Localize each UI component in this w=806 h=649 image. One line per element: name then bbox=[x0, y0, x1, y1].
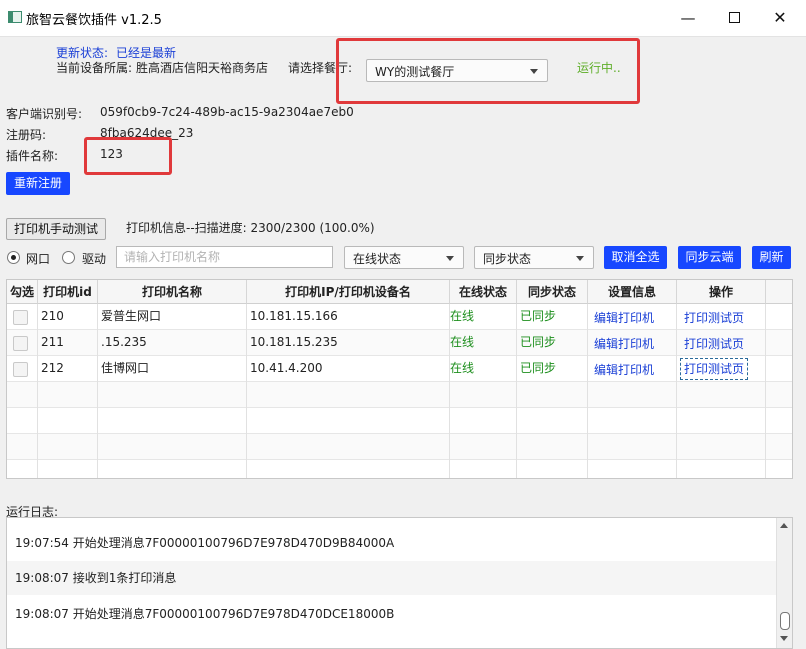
table-row[interactable]: 212 佳博网口 10.41.4.200 在线 已同步 编辑打印机 打印测试页 bbox=[7, 356, 792, 382]
empty-row bbox=[7, 382, 792, 408]
online-status-cell: 在线 bbox=[450, 361, 475, 375]
title-bar: 旅智云餐饮插件 v1.2.5 — ✕ bbox=[0, 0, 806, 37]
col-header-settings[interactable]: 设置信息 bbox=[588, 280, 677, 304]
radio-driver[interactable] bbox=[62, 251, 75, 264]
column-divider bbox=[587, 304, 588, 478]
edit-printer-link[interactable]: 编辑打印机 bbox=[594, 306, 654, 332]
log-entry: 19:08:07 开始处理消息7F00000100796D7E978D470DC… bbox=[15, 607, 395, 621]
log-entry: 19:08:07 接收到1条打印消息 bbox=[7, 561, 777, 595]
log-scrollbar[interactable] bbox=[776, 518, 792, 648]
online-status-cell: 在线 bbox=[450, 309, 475, 323]
run-log-list[interactable]: 19:07:54 开始处理消息7F00000100796D7E978D470D9… bbox=[6, 517, 793, 649]
column-divider bbox=[37, 304, 38, 478]
col-header-action[interactable]: 操作 bbox=[677, 280, 766, 304]
column-divider bbox=[449, 304, 450, 478]
printer-name-cell: .15.235 bbox=[101, 335, 147, 349]
column-divider bbox=[676, 304, 677, 478]
deselect-all-button[interactable]: 取消全选 bbox=[604, 246, 667, 269]
device-owner-label: 当前设备所属: bbox=[56, 61, 133, 75]
radio-network[interactable] bbox=[7, 251, 20, 264]
printer-ip-cell: 10.181.15.235 bbox=[250, 335, 338, 349]
print-test-page-link[interactable]: 打印测试页 bbox=[679, 358, 749, 380]
col-header-printer-id[interactable]: 打印机id bbox=[38, 280, 98, 304]
print-test-page-link[interactable]: 打印测试页 bbox=[684, 306, 744, 332]
online-status-filter[interactable]: 在线状态 bbox=[344, 246, 464, 269]
row-checkbox[interactable] bbox=[13, 362, 28, 377]
online-status-cell: 在线 bbox=[450, 335, 475, 349]
empty-row bbox=[7, 408, 792, 434]
row-checkbox[interactable] bbox=[13, 336, 28, 351]
reregister-button[interactable]: 重新注册 bbox=[6, 172, 70, 195]
printer-name-cell: 爱普生网口 bbox=[101, 309, 162, 323]
col-header-select[interactable]: 勾选 bbox=[7, 280, 38, 304]
empty-row bbox=[7, 434, 792, 460]
edit-printer-link[interactable]: 编辑打印机 bbox=[594, 332, 654, 358]
column-divider bbox=[97, 304, 98, 478]
printer-ip-cell: 10.41.4.200 bbox=[250, 361, 323, 375]
sync-status-filter[interactable]: 同步状态 bbox=[474, 246, 594, 269]
printer-scan-info: 打印机信息--扫描进度: 2300/2300 (100.0%) bbox=[126, 221, 375, 235]
radio-network-label: 网口 bbox=[26, 252, 51, 266]
maximize-button[interactable] bbox=[711, 0, 757, 36]
printer-id-cell: 211 bbox=[41, 335, 64, 349]
client-id-value: 059f0cb9-7c24-489b-ac15-9a2304ae7eb0 bbox=[100, 105, 354, 119]
col-header-printer-ip[interactable]: 打印机IP/打印机设备名 bbox=[247, 280, 450, 304]
printer-ip-cell: 10.181.15.166 bbox=[250, 309, 338, 323]
edit-printer-link[interactable]: 编辑打印机 bbox=[594, 358, 654, 384]
column-divider bbox=[516, 304, 517, 478]
sync-cloud-button[interactable]: 同步云端 bbox=[678, 246, 741, 269]
table-row[interactable]: 211 .15.235 10.181.15.235 在线 已同步 编辑打印机 打… bbox=[7, 330, 792, 356]
printer-table: 勾选 打印机id 打印机名称 打印机IP/打印机设备名 在线状态 同步状态 设置… bbox=[6, 279, 793, 479]
minimize-button[interactable]: — bbox=[665, 0, 711, 36]
printer-name-cell: 佳博网口 bbox=[101, 361, 150, 375]
highlight-box-restaurant bbox=[336, 38, 640, 104]
maximize-icon bbox=[728, 12, 740, 23]
col-header-sync-status[interactable]: 同步状态 bbox=[517, 280, 588, 304]
printer-id-cell: 210 bbox=[41, 309, 64, 323]
reg-code-label: 注册码: bbox=[6, 128, 47, 142]
printer-manual-test-button[interactable]: 打印机手动测试 bbox=[6, 218, 106, 240]
radio-driver-label: 驱动 bbox=[82, 252, 107, 266]
scroll-up-arrow-icon[interactable] bbox=[780, 523, 788, 528]
column-divider bbox=[246, 304, 247, 478]
window-title: 旅智云餐饮插件 v1.2.5 bbox=[26, 13, 162, 28]
sync-status-cell: 已同步 bbox=[520, 361, 557, 375]
chevron-down-icon bbox=[446, 256, 454, 261]
scrollbar-thumb[interactable] bbox=[780, 612, 790, 630]
sync-status-filter-value: 同步状态 bbox=[483, 252, 532, 266]
log-entry: 19:07:54 开始处理消息7F00000100796D7E978D470D9… bbox=[15, 536, 395, 550]
sync-status-cell: 已同步 bbox=[520, 309, 557, 323]
refresh-button[interactable]: 刷新 bbox=[752, 246, 791, 269]
col-header-filler bbox=[766, 280, 792, 304]
row-checkbox[interactable] bbox=[13, 310, 28, 325]
table-row[interactable]: 210 爱普生网口 10.181.15.166 在线 已同步 编辑打印机 打印测… bbox=[7, 304, 792, 330]
col-header-online-status[interactable]: 在线状态 bbox=[450, 280, 517, 304]
client-id-label: 客户端识别号: bbox=[6, 107, 83, 121]
scroll-down-arrow-icon[interactable] bbox=[780, 636, 788, 641]
chevron-down-icon bbox=[576, 256, 584, 261]
online-status-filter-value: 在线状态 bbox=[353, 252, 402, 266]
printer-id-cell: 212 bbox=[41, 361, 64, 375]
close-button[interactable]: ✕ bbox=[757, 0, 803, 36]
app-icon bbox=[8, 11, 22, 23]
print-test-page-link[interactable]: 打印测试页 bbox=[684, 332, 744, 358]
printer-search-input[interactable] bbox=[116, 246, 333, 268]
highlight-box-plugin-name bbox=[84, 137, 172, 175]
device-owner-value: 胜高酒店信阳天裕商务店 bbox=[136, 61, 269, 75]
column-divider bbox=[765, 304, 766, 478]
sync-status-cell: 已同步 bbox=[520, 335, 557, 349]
plugin-name-label: 插件名称: bbox=[6, 149, 59, 163]
col-header-printer-name[interactable]: 打印机名称 bbox=[98, 280, 247, 304]
